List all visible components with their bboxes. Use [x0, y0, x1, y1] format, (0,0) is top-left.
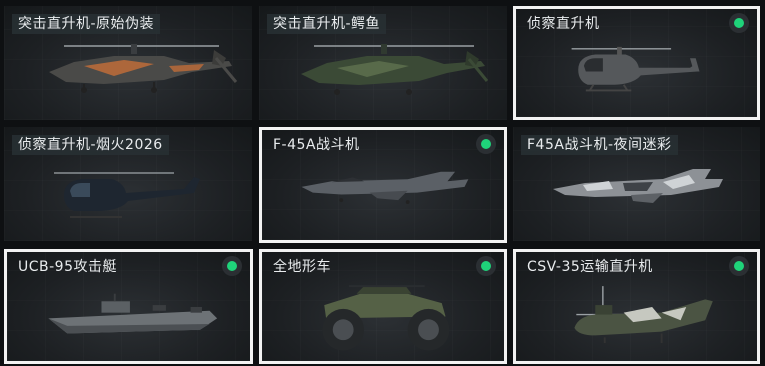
owned-indicator-icon: [224, 258, 240, 274]
vehicle-grid: 突击直升机-原始伪装 突击直升机-鳄鱼 侦察直升机 侦察直升机-烟火2026 F…: [0, 0, 765, 366]
vehicle-name: 侦察直升机-烟火2026: [12, 135, 169, 155]
vehicle-card-atv[interactable]: 全地形车: [259, 249, 507, 364]
vehicle-card-scout-helicopter-dark[interactable]: 侦察直升机-烟火2026: [4, 127, 252, 241]
vehicle-name: UCB-95攻击艇: [18, 259, 117, 275]
vehicle-card-fighter-jet-camo[interactable]: F45A战斗机-夜间迷彩: [513, 127, 760, 241]
vehicle-card-tiltrotor-transport[interactable]: CSV-35运输直升机: [513, 249, 760, 364]
vehicle-card-fighter-jet[interactable]: F-45A战斗机: [259, 127, 507, 243]
vehicle-card-attack-boat[interactable]: UCB-95攻击艇: [4, 249, 253, 364]
vehicle-card-scout-helicopter[interactable]: 侦察直升机: [513, 6, 760, 120]
vehicle-name: CSV-35运输直升机: [527, 259, 653, 275]
owned-indicator-icon: [478, 258, 494, 274]
vehicle-card-attack-helicopter-green[interactable]: 突击直升机-鳄鱼: [259, 6, 507, 120]
vehicle-name: 突击直升机-鳄鱼: [267, 14, 387, 34]
vehicle-name: 全地形车: [273, 259, 331, 275]
owned-indicator-icon: [731, 258, 747, 274]
vehicle-name: 侦察直升机: [527, 16, 600, 32]
owned-indicator-icon: [731, 15, 747, 31]
vehicle-name: F45A战斗机-夜间迷彩: [521, 135, 678, 155]
vehicle-name: F-45A战斗机: [273, 137, 360, 153]
owned-indicator-icon: [478, 136, 494, 152]
vehicle-card-attack-helicopter-camo[interactable]: 突击直升机-原始伪装: [4, 6, 252, 120]
vehicle-name: 突击直升机-原始伪装: [12, 14, 161, 34]
